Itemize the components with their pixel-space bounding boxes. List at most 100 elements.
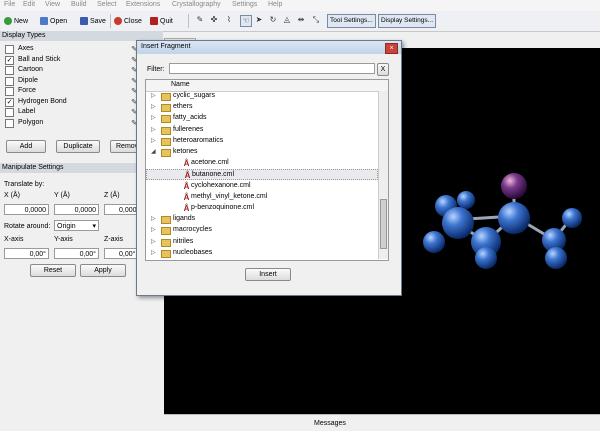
chevron-right-icon[interactable]: ▷	[151, 114, 156, 121]
close-icon	[114, 17, 122, 25]
rotate-around-select[interactable]: Origin ▾	[54, 220, 99, 231]
clear-filter-button[interactable]: X	[377, 63, 389, 76]
draw-tool-icon[interactable]: ✎	[195, 15, 205, 25]
display-type-label: Cartoon	[18, 66, 43, 73]
tree-scrollbar[interactable]	[378, 91, 388, 259]
z-translate-label: Z (Å)	[104, 192, 120, 199]
tree-item-label: nucleobases	[173, 248, 213, 256]
tree-item-label: methyl_vinyl_ketone.cml	[191, 192, 268, 200]
reset-button[interactable]: Reset	[30, 264, 76, 277]
tree-file-item[interactable]: Åacetone.cml	[146, 158, 378, 169]
insert-button[interactable]: Insert	[245, 268, 291, 281]
tree-folder-item[interactable]: ▷ cyclic_sugars	[146, 91, 378, 102]
filter-input[interactable]	[169, 63, 375, 74]
tree-item-label: cyclic_sugars	[173, 92, 216, 99]
tree-folder-item[interactable]: ▷ ethers	[146, 102, 378, 113]
display-type-checkbox[interactable]	[5, 66, 14, 75]
bond-centric-tool-icon[interactable]: ⌇	[224, 15, 234, 25]
tree-folder-item[interactable]: ▷ nucleobases	[146, 248, 378, 259]
tree-folder-item[interactable]: ◢ ketones	[146, 147, 378, 158]
chevron-right-icon[interactable]: ▷	[151, 137, 156, 144]
quit-button[interactable]: Quit	[150, 14, 173, 28]
tool-settings-button[interactable]: Tool Settings...	[327, 14, 376, 28]
open-icon	[40, 17, 48, 25]
chevron-right-icon[interactable]: ▷	[151, 238, 156, 245]
display-type-label: Ball and Stick	[18, 55, 61, 63]
chevron-right-icon[interactable]: ▷	[151, 215, 156, 222]
tree-folder-item[interactable]: ▷ ligands	[146, 214, 378, 225]
select-tool-icon[interactable]: ➤	[254, 15, 264, 25]
display-type-checkbox[interactable]	[5, 108, 14, 117]
scrollbar-thumb[interactable]	[380, 199, 387, 249]
display-type-checkbox[interactable]: ✓	[5, 55, 14, 65]
tree-folder-item[interactable]: ▷ macrocycles	[146, 225, 378, 236]
zoom-tool-icon[interactable]: ⤡	[311, 15, 321, 25]
toolbar: New Open Save Close Quit ✎ ✜ ⌇ ☜ ➤ ↻ ◬ ⇹…	[0, 11, 600, 32]
messages-panel[interactable]: Messages	[164, 414, 600, 431]
close-icon[interactable]: ×	[385, 43, 398, 54]
open-button[interactable]: Open	[40, 14, 67, 28]
tree-folder-item[interactable]: ▷ fullerenes	[146, 125, 378, 136]
tree-folder-item[interactable]: ▷ heteroaromatics	[146, 136, 378, 147]
chevron-right-icon[interactable]: ▷	[151, 92, 156, 99]
fragment-tree[interactable]: Name ▷ cyclic_sugars ▷ ethers ▷ fatty_acids ▷ f…	[145, 79, 389, 261]
display-type-checkbox[interactable]	[5, 118, 14, 128]
menu-file[interactable]: File	[4, 1, 15, 8]
x-translate-label: X (Å)	[4, 192, 20, 199]
menu-edit[interactable]: Edit	[23, 1, 35, 8]
add-display-type-button[interactable]: Add	[6, 140, 46, 153]
folder-icon	[161, 227, 171, 236]
display-type-checkbox[interactable]	[5, 87, 14, 96]
tree-file-item[interactable]: Åp-benzoquinone.cml	[146, 203, 378, 214]
folder-icon	[161, 115, 171, 124]
x-axis-label: X-axis	[4, 236, 24, 243]
align-tool-icon[interactable]: ⇹	[296, 15, 306, 25]
display-type-checkbox[interactable]	[5, 76, 14, 86]
filter-label: Filter:	[147, 66, 165, 73]
new-button[interactable]: New	[4, 14, 28, 28]
tree-file-item[interactable]: Åbutanone.cml	[146, 169, 378, 181]
new-icon	[4, 17, 12, 25]
menu-build[interactable]: Build	[71, 1, 87, 8]
y-translate-field[interactable]: 0,0000	[54, 204, 99, 215]
menu-extensions[interactable]: Extensions	[126, 1, 160, 8]
quit-icon	[150, 17, 158, 25]
menu-crystallography[interactable]: Crystallography	[172, 1, 221, 8]
z-translate-field[interactable]: 0,0000	[104, 204, 138, 215]
display-type-label: Label	[18, 108, 36, 115]
auto-rotate-tool-icon[interactable]: ↻	[268, 15, 278, 25]
chevron-right-icon[interactable]: ▷	[151, 226, 156, 233]
x-rotation-field[interactable]: 0,00°	[4, 248, 49, 259]
menu-help[interactable]: Help	[268, 1, 282, 8]
tree-file-item[interactable]: Åmethyl_vinyl_ketone.cml	[146, 192, 378, 203]
navigate-tool-icon[interactable]: ✜	[209, 15, 219, 25]
menu-view[interactable]: View	[45, 1, 60, 8]
menu-select[interactable]: Select	[97, 1, 116, 8]
duplicate-display-type-button[interactable]: Duplicate	[56, 140, 100, 153]
tree-item-label: heteroaromatics	[173, 136, 224, 144]
chevron-down-icon[interactable]: ◢	[151, 148, 156, 155]
manipulate-tool-icon[interactable]: ☜	[240, 15, 252, 27]
close-button[interactable]: Close	[114, 14, 142, 28]
chevron-right-icon[interactable]: ▷	[151, 249, 156, 256]
tree-folder-item[interactable]: ▷ nitriles	[146, 237, 378, 248]
x-translate-field[interactable]: 0,0000	[4, 204, 49, 215]
save-button[interactable]: Save	[80, 14, 106, 28]
z-rotation-field[interactable]: 0,00°	[104, 248, 138, 259]
display-type-checkbox[interactable]	[5, 45, 14, 54]
chevron-right-icon[interactable]: ▷	[151, 126, 156, 133]
y-rotation-field[interactable]: 0,00°	[54, 248, 99, 259]
apply-button[interactable]: Apply	[80, 264, 126, 277]
folder-icon	[161, 137, 171, 146]
tree-folder-item[interactable]: ▷ fatty_acids	[146, 113, 378, 124]
tree-file-item[interactable]: Åcyclohexanone.cml	[146, 181, 378, 192]
display-settings-button[interactable]: Display Settings...	[378, 14, 437, 28]
chevron-right-icon[interactable]: ▷	[151, 103, 156, 110]
tree-item-label: fullerenes	[173, 125, 204, 133]
measure-tool-icon[interactable]: ◬	[282, 15, 292, 25]
toolbar-separator	[188, 14, 189, 28]
display-type-checkbox[interactable]: ✓	[5, 97, 14, 107]
toolbar-separator	[110, 14, 111, 28]
dialog-title-bar[interactable]: Insert Fragment ×	[137, 41, 401, 54]
menu-settings[interactable]: Settings	[232, 1, 257, 8]
